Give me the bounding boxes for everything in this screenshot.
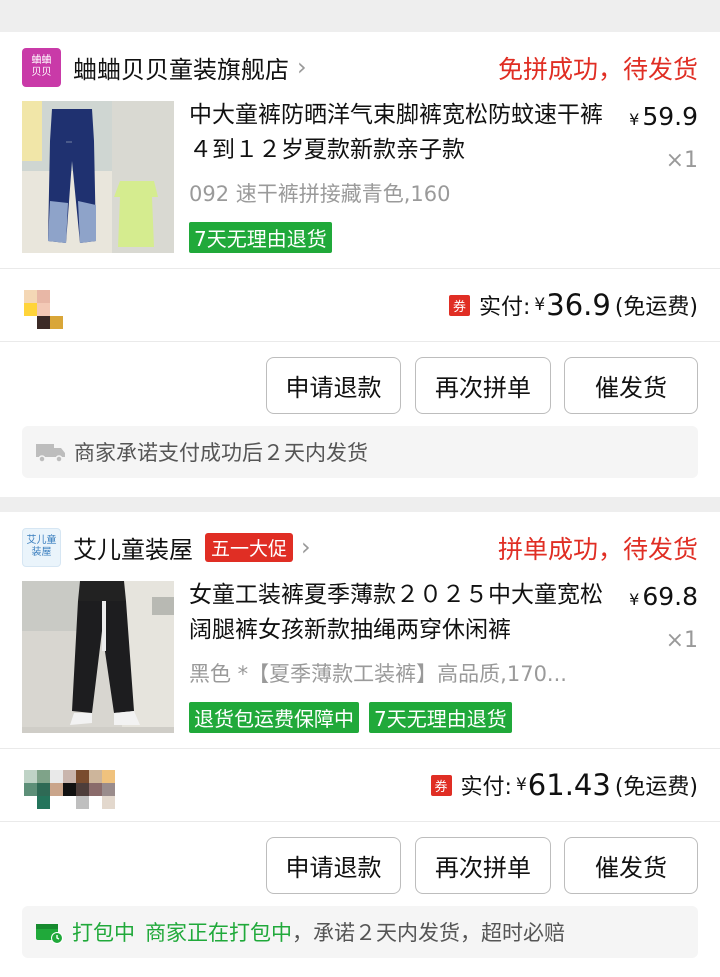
payment-summary: 券 实付: ¥ 36.9 (免运费) bbox=[448, 288, 698, 322]
product-spec: 092 速干裤拼接藏青色,160 bbox=[189, 182, 451, 206]
shop-name[interactable]: 艾儿童装屋 bbox=[73, 530, 193, 565]
packing-truck-icon bbox=[36, 920, 64, 944]
product-price: ¥69.8 bbox=[629, 582, 698, 611]
product-quantity: ×1 bbox=[665, 148, 698, 173]
paid-amount: 61.43 bbox=[527, 768, 611, 802]
order-card[interactable]: 艾儿童 装屋 艾儿童装屋 五一大促 › 拼单成功，待发货 女童工装裤夏季薄款２０… bbox=[0, 512, 720, 977]
order-status: 免拼成功，待发货 bbox=[497, 55, 698, 84]
buyer-avatars bbox=[24, 290, 64, 330]
paid-label: 实付: bbox=[479, 295, 531, 320]
urge-shipping-button[interactable]: 催发货 bbox=[564, 357, 698, 414]
chevron-right-icon[interactable]: › bbox=[301, 533, 311, 561]
payment-summary: 券 实付: ¥ 61.43 (免运费) bbox=[430, 768, 698, 802]
divider bbox=[0, 268, 720, 269]
chevron-right-icon[interactable]: › bbox=[297, 53, 307, 81]
rebuy-button[interactable]: 再次拼单 bbox=[415, 837, 551, 894]
divider bbox=[0, 748, 720, 749]
product-quantity: ×1 bbox=[665, 628, 698, 653]
coupon-icon: 券 bbox=[430, 774, 452, 796]
divider bbox=[0, 821, 720, 822]
notice-text: 商家承诺支付成功后２天内发货 bbox=[74, 441, 368, 465]
service-tags: 7天无理由退货 bbox=[189, 222, 332, 253]
service-tags: 退货包运费保障中 7天无理由退货 bbox=[189, 702, 512, 733]
product-image[interactable] bbox=[22, 101, 174, 253]
divider bbox=[0, 341, 720, 342]
packing-promise: ，承诺２天内发货，超时必赔 bbox=[292, 921, 565, 945]
rebuy-button[interactable]: 再次拼单 bbox=[415, 357, 551, 414]
buyer-avatars bbox=[24, 770, 124, 810]
refund-button[interactable]: 申请退款 bbox=[266, 837, 401, 894]
service-tag: 退货包运费保障中 bbox=[189, 702, 359, 733]
paid-amount: 36.9 bbox=[546, 288, 611, 322]
shipping-note: (免运费) bbox=[614, 775, 698, 800]
service-tag: 7天无理由退货 bbox=[189, 222, 332, 253]
shipping-notice: 商家承诺支付成功后２天内发货 bbox=[22, 426, 698, 478]
shop-header[interactable]: 蛐蛐 贝贝 蛐蛐贝贝童装旗舰店 › bbox=[22, 47, 307, 87]
packing-notice: 打包中 商家正在打包中 ，承诺２天内发货，超时必赔 bbox=[22, 906, 698, 958]
shop-name[interactable]: 蛐蛐贝贝童装旗舰店 bbox=[73, 50, 289, 85]
coupon-icon: 券 bbox=[448, 294, 470, 316]
product-title[interactable]: 女童工装裤夏季薄款２０２５中大童宽松阔腿裤女孩新款抽绳两穿休闲裤 bbox=[189, 578, 609, 648]
paid-label: 实付: bbox=[460, 775, 512, 800]
service-tag: 7天无理由退货 bbox=[369, 702, 512, 733]
product-image[interactable] bbox=[22, 581, 174, 733]
packing-status: 打包中 bbox=[72, 921, 135, 945]
product-price: ¥59.9 bbox=[629, 102, 698, 131]
refund-button[interactable]: 申请退款 bbox=[266, 357, 401, 414]
product-spec: 黑色 *【夏季薄款工装裤】高品质,170... bbox=[189, 662, 567, 686]
shop-logo: 艾儿童 装屋 bbox=[22, 527, 61, 567]
shipping-note: (免运费) bbox=[614, 295, 698, 320]
product-title[interactable]: 中大童裤防晒洋气束脚裤宽松防蚊速干裤４到１２岁夏款新款亲子款 bbox=[189, 98, 609, 168]
promo-badge: 五一大促 bbox=[205, 532, 294, 562]
packing-detail: 商家正在打包中 bbox=[145, 921, 292, 945]
shop-logo: 蛐蛐 贝贝 bbox=[22, 47, 61, 87]
order-card[interactable]: 蛐蛐 贝贝 蛐蛐贝贝童装旗舰店 › 免拼成功，待发货 中大童裤防晒洋气束脚裤宽松… bbox=[0, 32, 720, 497]
order-status: 拼单成功，待发货 bbox=[497, 535, 698, 564]
truck-icon bbox=[36, 441, 66, 463]
shop-header[interactable]: 艾儿童 装屋 艾儿童装屋 五一大促 › bbox=[22, 527, 311, 567]
urge-shipping-button[interactable]: 催发货 bbox=[564, 837, 698, 894]
